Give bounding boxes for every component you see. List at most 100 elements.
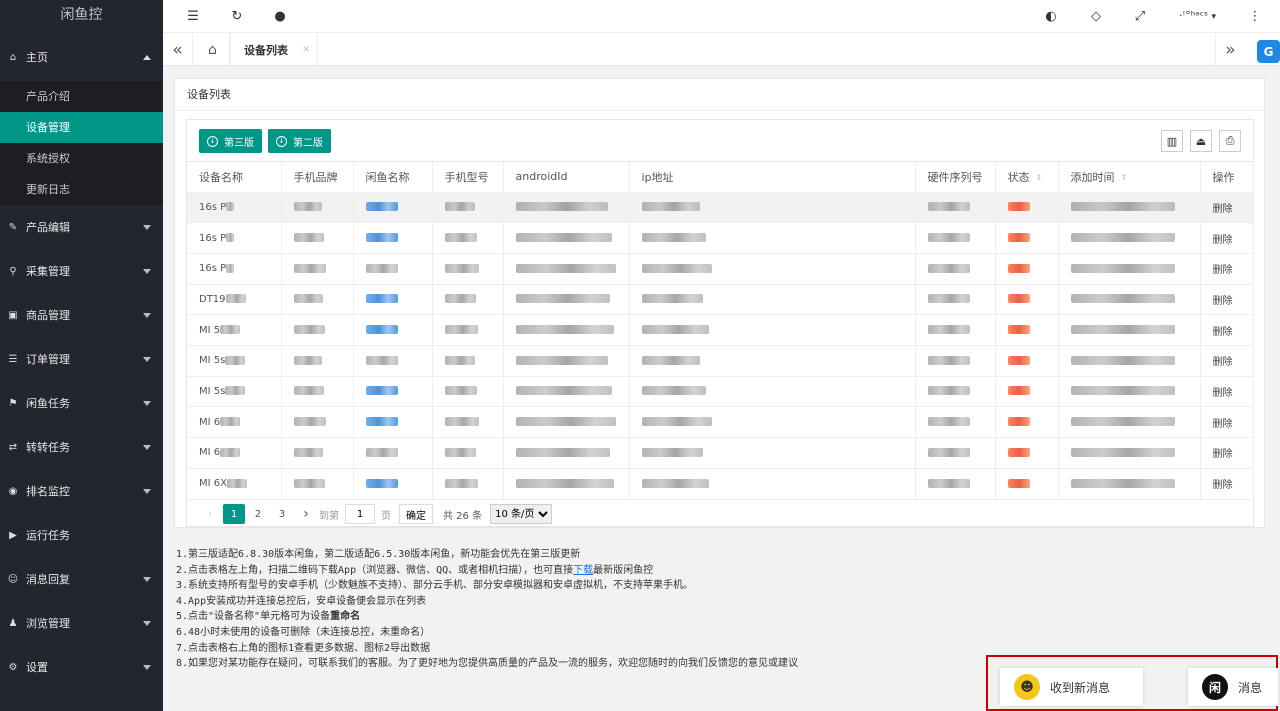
goto-confirm-button[interactable]: 确定 bbox=[399, 504, 433, 525]
nav-browse-management[interactable]: ♟ 浏览管理 bbox=[0, 601, 163, 645]
subnav-device-management[interactable]: 设备管理 bbox=[0, 112, 163, 143]
model-cell bbox=[432, 191, 504, 223]
nav-run-tasks[interactable]: ▶ 运行任务 bbox=[0, 513, 163, 557]
translate-plugin-icon[interactable]: G bbox=[1257, 40, 1280, 63]
android-id-cell bbox=[503, 375, 630, 407]
serial-cell bbox=[915, 375, 996, 407]
mascot-icon: ☻ bbox=[1014, 674, 1040, 700]
delete-button[interactable]: 删除 bbox=[1213, 235, 1233, 246]
tab-close-icon[interactable]: × bbox=[302, 44, 310, 55]
nav-product-edit[interactable]: ✎ 产品编辑 bbox=[0, 205, 163, 249]
android-id-cell bbox=[503, 406, 630, 438]
page-size-select[interactable]: 10 条/页 bbox=[490, 504, 553, 525]
more-icon[interactable]: ⋮ bbox=[1247, 8, 1263, 24]
device-name-cell[interactable]: MI 5 bbox=[187, 314, 282, 346]
status-cell bbox=[995, 191, 1059, 223]
delete-button[interactable]: 删除 bbox=[1213, 480, 1233, 491]
refresh-icon[interactable]: ↻ bbox=[229, 8, 245, 24]
page-3[interactable]: 3 bbox=[271, 504, 293, 524]
device-name-cell[interactable]: MI 6X bbox=[187, 467, 282, 499]
user-menu[interactable]: ·ꜝ°ʰᵊᶜˢ ▾ bbox=[1179, 9, 1216, 22]
device-name-text: MI 6 bbox=[199, 447, 221, 459]
nav-zhuanzhuan-tasks[interactable]: ⇄ 转转任务 bbox=[0, 425, 163, 469]
nav-label: 设置 bbox=[26, 661, 48, 674]
col-added-time[interactable]: 添加时间 ⇕ bbox=[1058, 162, 1201, 192]
device-name-cell[interactable]: MI 5s bbox=[187, 375, 282, 407]
download-v3-button[interactable]: ↓ 第三版 bbox=[199, 129, 262, 153]
device-name-text: 16s P bbox=[199, 232, 227, 244]
nav-label: 闲鱼任务 bbox=[26, 397, 70, 410]
goto-page-input[interactable] bbox=[345, 504, 375, 525]
device-name-cell[interactable]: MI 5s bbox=[187, 344, 282, 377]
nav-settings[interactable]: ⚙ 设置 bbox=[0, 645, 163, 689]
table-header-row: 设备名称 手机品牌 闲鱼名称 手机型号 androidId ip地址 硬件序列号… bbox=[187, 162, 1254, 192]
delete-button[interactable]: 删除 bbox=[1213, 388, 1233, 399]
home-tab-icon[interactable]: ⌂ bbox=[196, 33, 230, 66]
tag-icon[interactable]: ◇ bbox=[1088, 8, 1104, 24]
sort-icon[interactable]: ⇕ bbox=[1036, 173, 1043, 182]
delete-button[interactable]: 删除 bbox=[1213, 327, 1233, 338]
action-cell: 删除 bbox=[1200, 467, 1254, 499]
action-cell: 删除 bbox=[1200, 375, 1254, 407]
nav-label: 商品管理 bbox=[26, 309, 70, 322]
delete-button[interactable]: 删除 bbox=[1213, 265, 1233, 276]
added-time-cell bbox=[1058, 437, 1201, 469]
nav-goods[interactable]: ▣ 商品管理 bbox=[0, 293, 163, 337]
delete-button[interactable]: 删除 bbox=[1213, 357, 1233, 368]
device-name-cell[interactable]: 16s P bbox=[187, 222, 282, 254]
delete-button[interactable]: 删除 bbox=[1213, 204, 1233, 215]
sort-icon[interactable]: ⇕ bbox=[1121, 173, 1128, 182]
delete-button[interactable]: 删除 bbox=[1213, 296, 1233, 307]
theme-icon[interactable]: ◐ bbox=[1043, 8, 1059, 24]
brand-cell bbox=[281, 437, 354, 469]
delete-button[interactable]: 删除 bbox=[1213, 419, 1233, 430]
tab-scroll-left-icon[interactable]: « bbox=[163, 33, 193, 66]
note-2-text: 2.点击表格左上角，扫描二维码下载App（浏览器、微信、QQ、或者相机扫描），也… bbox=[176, 564, 574, 576]
chat-icon[interactable]: ● bbox=[272, 8, 288, 24]
added-time-cell bbox=[1058, 252, 1201, 285]
model-cell bbox=[432, 222, 504, 254]
print-icon[interactable]: ⎙ bbox=[1219, 130, 1241, 152]
delete-button[interactable]: 删除 bbox=[1213, 449, 1233, 460]
export-icon[interactable]: ⏏ bbox=[1190, 130, 1212, 152]
device-name-cell[interactable]: 16s P bbox=[187, 252, 282, 285]
brand-cell bbox=[281, 283, 354, 315]
subnav-product-intro[interactable]: 产品介绍 bbox=[0, 81, 163, 112]
nav-home[interactable]: ⌂ 主页 bbox=[0, 33, 163, 81]
device-name-cell[interactable]: MI 6 bbox=[187, 437, 282, 469]
page-2[interactable]: 2 bbox=[247, 504, 269, 524]
subnav-changelog[interactable]: 更新日志 bbox=[0, 174, 163, 205]
nav-orders[interactable]: ☰ 订单管理 bbox=[0, 337, 163, 381]
device-name-cell[interactable]: MI 6 bbox=[187, 406, 282, 438]
collapse-menu-icon[interactable]: ☰ bbox=[185, 8, 201, 24]
nav-xianyu-tasks[interactable]: ⚑ 闲鱼任务 bbox=[0, 381, 163, 425]
brand-cell bbox=[281, 375, 354, 407]
note-2: 2.点击表格左上角，扫描二维码下载App（浏览器、微信、QQ、或者相机扫描），也… bbox=[176, 563, 1176, 579]
columns-filter-icon[interactable]: ▥ bbox=[1161, 130, 1183, 152]
tab-label: 设备列表 bbox=[244, 43, 288, 57]
fullscreen-icon[interactable]: ⤢ bbox=[1132, 8, 1148, 24]
device-name-cell[interactable]: DT19 bbox=[187, 283, 282, 315]
col-status[interactable]: 状态 ⇕ bbox=[995, 162, 1059, 192]
download-v2-button[interactable]: ↓ 第二版 bbox=[268, 129, 331, 153]
subnav-system-license[interactable]: 系统授权 bbox=[0, 143, 163, 174]
tab-scroll-right-icon[interactable]: » bbox=[1215, 33, 1245, 66]
nav-message-reply[interactable]: ☺ 消息回复 bbox=[0, 557, 163, 601]
added-time-cell bbox=[1058, 467, 1201, 499]
page-1[interactable]: 1 bbox=[223, 504, 245, 525]
tab-device-list[interactable]: 设备列表 × bbox=[230, 33, 318, 66]
prev-page-icon[interactable]: ‹ bbox=[199, 504, 221, 524]
ip-cell bbox=[629, 467, 916, 499]
messages-button[interactable]: 闲 消息 bbox=[1188, 668, 1278, 706]
nav-collect[interactable]: ⚲ 采集管理 bbox=[0, 249, 163, 293]
brand-cell bbox=[281, 252, 354, 285]
serial-cell bbox=[915, 344, 996, 377]
order-icon: ☰ bbox=[8, 353, 18, 365]
xianyu-name-cell bbox=[353, 314, 433, 346]
device-name-cell[interactable]: 16s P bbox=[187, 191, 282, 223]
added-time-cell bbox=[1058, 283, 1201, 315]
download-link[interactable]: 下载 bbox=[573, 565, 593, 576]
next-page-icon[interactable]: › bbox=[295, 504, 317, 524]
nav-rank-monitor[interactable]: ◉ 排名监控 bbox=[0, 469, 163, 513]
new-message-button[interactable]: ☻ 收到新消息 bbox=[1000, 668, 1143, 706]
